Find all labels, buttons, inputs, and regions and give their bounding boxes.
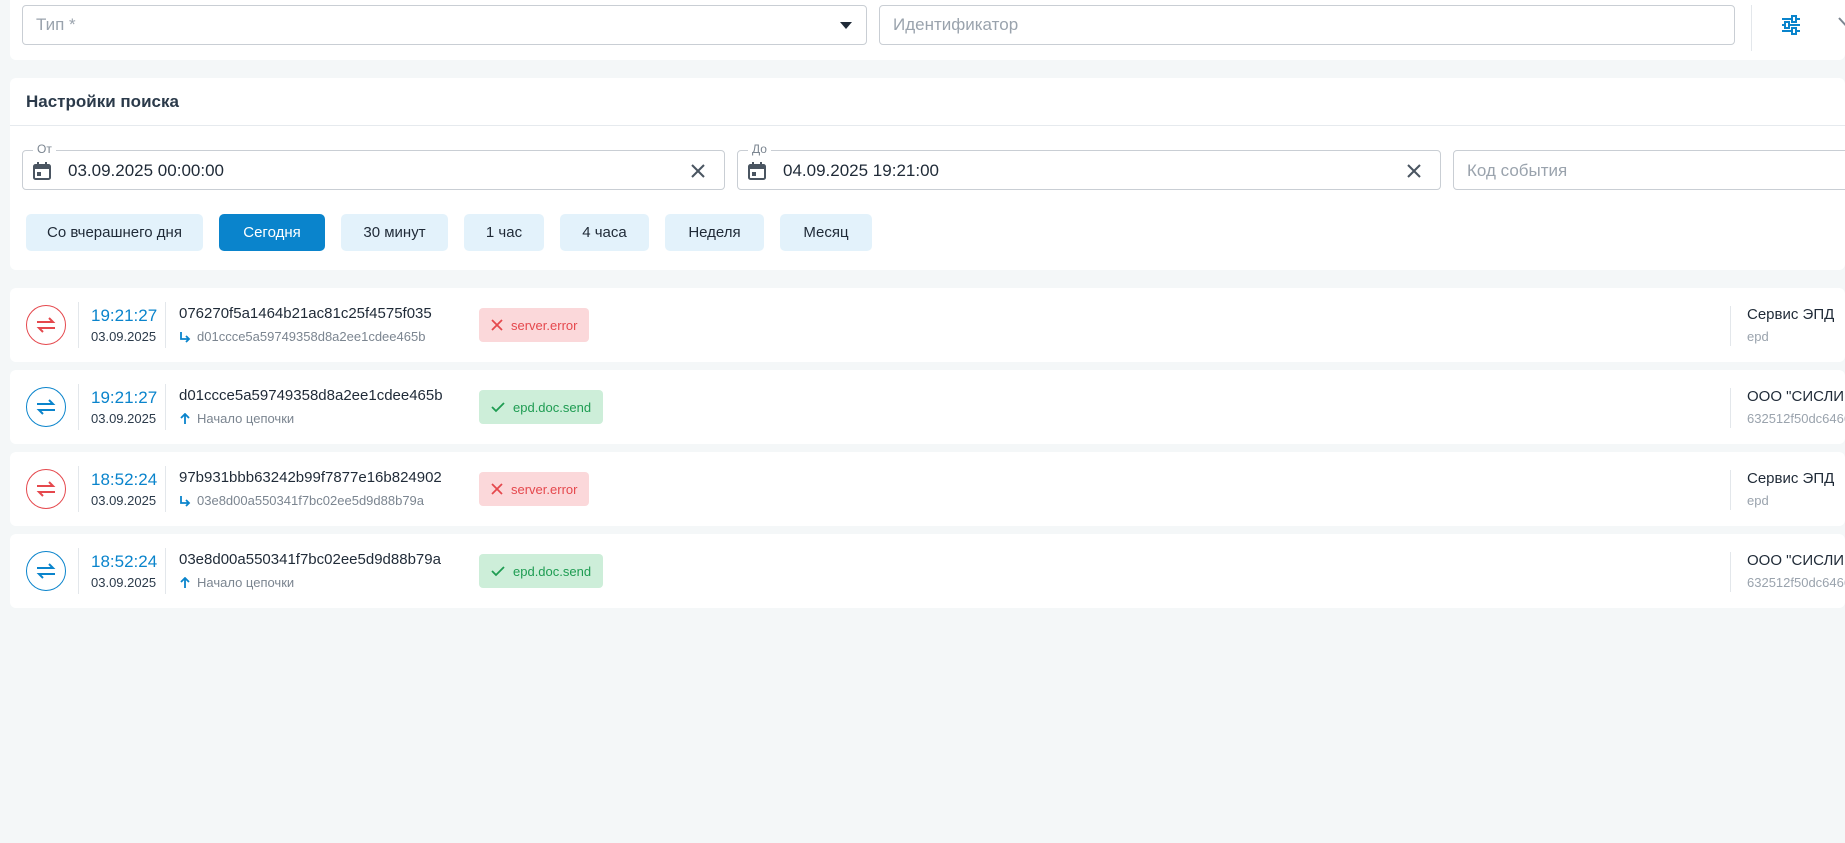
event-time: 18:52:24 [91, 470, 158, 489]
chip-label: Сегодня [243, 224, 301, 241]
range-30-minutes-button[interactable]: 30 минут [341, 214, 448, 251]
calendar-icon[interactable] [747, 161, 767, 181]
event-parent[interactable]: 03e8d00a550341f7bc02ee5d9d88b79a [179, 493, 424, 508]
exchange-arrows-icon [26, 551, 66, 591]
type-select[interactable]: Тип * [22, 5, 867, 45]
event-row[interactable]: 18:52:24 03.09.2025 03e8d00a550341f7bc02… [10, 534, 1845, 608]
event-code-placeholder: Код события [1467, 161, 1568, 180]
clear-icon[interactable] [1406, 163, 1422, 179]
exchange-arrows-icon [26, 387, 66, 427]
chip-label: 30 минут [363, 224, 426, 241]
close-icon[interactable] [1838, 14, 1845, 34]
event-id[interactable]: 03e8d00a550341f7bc02ee5d9d88b79a [179, 551, 441, 568]
date-to-label: До [748, 142, 771, 156]
settings-sliders-icon[interactable] [1780, 14, 1802, 36]
chip-label: 1 час [485, 224, 523, 241]
event-code-badge: server.error [479, 472, 590, 506]
divider [10, 125, 1845, 126]
event-org-id: 632512f50dc6466 [1747, 411, 1845, 426]
event-id[interactable]: d01ccce5a59749358d8a2ee1cdee465b [179, 387, 443, 404]
chip-label: 4 часа [582, 224, 627, 241]
chip-label: Месяц [803, 224, 849, 241]
chip-label: Неделя [688, 224, 741, 241]
event-time: 18:52:24 [91, 552, 158, 571]
clear-icon[interactable] [690, 163, 706, 179]
event-code-text: server.error [511, 481, 578, 497]
chevron-down-icon[interactable] [840, 22, 852, 29]
event-row[interactable]: 19:21:27 03.09.2025 076270f5a1464b21ac81… [10, 288, 1845, 362]
chip-label: Со вчерашнего дня [47, 224, 182, 241]
event-org-id: epd [1747, 329, 1769, 344]
event-org-id: epd [1747, 493, 1769, 508]
event-code-input[interactable]: Код события [1453, 150, 1845, 190]
date-from-field[interactable]: От 03.09.2025 00:00:00 [22, 142, 725, 190]
event-time: 19:21:27 [91, 388, 158, 407]
event-parent-id: d01ccce5a59749358d8a2ee1cdee465b [197, 329, 426, 344]
range-since-yesterday-button[interactable]: Со вчерашнего дня [26, 214, 203, 251]
chain-start-label: Начало цепочки [197, 575, 295, 590]
event-parent-id: 03e8d00a550341f7bc02ee5d9d88b79a [197, 493, 425, 508]
event-code-text: server.error [511, 317, 578, 333]
event-org: Сервис ЭПД [1747, 470, 1835, 487]
event-date: 03.09.2025 [91, 411, 157, 426]
event-date: 03.09.2025 [91, 329, 157, 344]
event-org-id: 632512f50dc6466 [1747, 575, 1845, 590]
x-icon [491, 483, 503, 495]
event-code-badge: epd.doc.send [479, 390, 604, 424]
exchange-arrows-icon [26, 305, 66, 345]
date-to-value: 04.09.2025 19:21:00 [783, 161, 939, 180]
chain-start-label: Начало цепочки [197, 411, 295, 426]
child-arrow-icon [180, 331, 191, 343]
identifier-input[interactable]: Идентификатор [879, 5, 1735, 45]
range-4-hours-button[interactable]: 4 часа [560, 214, 649, 251]
range-today-button[interactable]: Сегодня [219, 214, 325, 251]
type-placeholder: Тип * [36, 15, 76, 34]
divider [1751, 5, 1752, 51]
event-org: ООО "СИСЛИН [1747, 388, 1845, 405]
chain-start: Начало цепочки [179, 575, 294, 590]
event-parent[interactable]: d01ccce5a59749358d8a2ee1cdee465b [179, 329, 425, 344]
child-arrow-icon [180, 495, 191, 507]
check-icon [491, 402, 505, 413]
identifier-placeholder: Идентификатор [893, 15, 1019, 34]
event-code-text: epd.doc.send [513, 399, 592, 415]
event-row[interactable]: 19:21:27 03.09.2025 d01ccce5a59749358d8a… [10, 370, 1845, 444]
event-code-badge: server.error [479, 308, 590, 342]
event-id[interactable]: 076270f5a1464b21ac81c25f4575f035 [179, 305, 432, 322]
date-to-field[interactable]: До 04.09.2025 19:21:00 [737, 142, 1441, 190]
event-code-text: epd.doc.send [513, 563, 592, 579]
check-icon [491, 566, 505, 577]
event-date: 03.09.2025 [91, 493, 157, 508]
event-id[interactable]: 97b931bbb63242b99f7877e16b824902 [179, 469, 442, 486]
event-org: Сервис ЭПД [1747, 306, 1835, 323]
event-time: 19:21:27 [91, 306, 158, 325]
calendar-icon[interactable] [32, 161, 52, 181]
search-settings-title: Настройки поиска [26, 92, 179, 111]
range-month-button[interactable]: Месяц [780, 214, 872, 251]
event-code-badge: epd.doc.send [479, 554, 604, 588]
chain-start: Начало цепочки [179, 411, 294, 426]
date-from-value: 03.09.2025 00:00:00 [68, 161, 224, 180]
range-1-hour-button[interactable]: 1 час [464, 214, 544, 251]
x-icon [491, 319, 503, 331]
event-date: 03.09.2025 [91, 575, 157, 590]
arrow-up-icon [180, 576, 190, 588]
range-week-button[interactable]: Неделя [665, 214, 764, 251]
exchange-arrows-icon [26, 469, 66, 509]
date-from-label: От [33, 142, 56, 156]
event-org: ООО "СИСЛИН [1747, 552, 1845, 569]
arrow-up-icon [180, 412, 190, 424]
event-row[interactable]: 18:52:24 03.09.2025 97b931bbb63242b99f78… [10, 452, 1845, 526]
